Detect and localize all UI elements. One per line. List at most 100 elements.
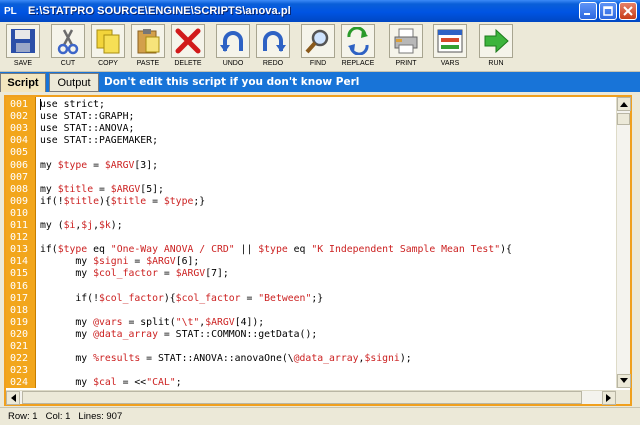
maximize-button[interactable] [599, 2, 617, 20]
code-token: $k [99, 220, 111, 231]
run-button[interactable]: RUN [476, 24, 516, 70]
line-number: 014 [10, 256, 29, 268]
line-number: 009 [10, 195, 29, 207]
code-token: eq [287, 244, 312, 256]
scroll-left-button[interactable] [6, 391, 20, 405]
code-token: use STAT::GRAPH; [40, 111, 135, 123]
scroll-right-button[interactable] [602, 391, 616, 405]
line-number: 020 [10, 328, 29, 340]
code-line: my @data_array = STAT::COMMON::getData()… [40, 329, 317, 341]
arrow-down-icon [620, 378, 628, 383]
code-token: my [40, 377, 94, 388]
print-button[interactable]: PRINT [386, 24, 426, 70]
code-token: eq [87, 244, 111, 256]
window-title: E:\STATPRO SOURCE\ENGINE\SCRIPTS\anova.p… [28, 5, 291, 17]
vars-button[interactable]: VARS [430, 24, 470, 70]
scissors-icon [57, 29, 79, 55]
line-number: 002 [10, 111, 29, 123]
code-area[interactable]: use strict; use STAT::GRAPH; use STAT::ANO… [40, 97, 616, 388]
redo-button[interactable]: REDO [253, 24, 293, 70]
code-token: $col_factor [175, 292, 241, 304]
line-number: 011 [10, 220, 29, 231]
code-token: use STAT::PAGEMAKER; [40, 135, 158, 147]
script-editor[interactable]: 001 002 003 004 005 006 007 008 009 010 011 012 013 0… [4, 95, 632, 406]
code-token: = [128, 256, 147, 268]
code-token: || [234, 244, 259, 256]
delete-x-icon [175, 28, 201, 54]
line-number: 003 [10, 123, 29, 135]
paste-button[interactable]: PASTE [128, 24, 168, 70]
code-token: my [40, 183, 58, 195]
code-token: ); [399, 353, 412, 365]
code-line: if($type eq "One-Way ANOVA / CRD" || $ty… [40, 244, 512, 256]
code-line: if(!$title){$title = $type;} [40, 196, 205, 208]
line-number: 017 [10, 292, 29, 304]
perl-app-icon: PL [4, 5, 17, 17]
save-button[interactable]: SAVE [3, 24, 43, 70]
code-token: @data_array [93, 328, 158, 340]
vertical-scrollbar[interactable] [616, 97, 631, 388]
code-token: $signi [364, 353, 400, 365]
replace-button[interactable]: REPLACE [338, 24, 378, 70]
code-token: ;} [311, 292, 324, 304]
status-col: Col: 1 [45, 411, 71, 422]
line-number: 023 [10, 365, 29, 377]
code-token: ; [175, 377, 182, 388]
undo-icon [220, 31, 243, 52]
line-number: 013 [10, 244, 29, 256]
code-token: "Between" [258, 292, 312, 304]
code-line: my %results = STAT::ANOVA::anovaOne(\@da… [40, 353, 412, 365]
code-token: $ARGV [104, 159, 135, 171]
code-token: use strict; [40, 99, 105, 110]
scrollbar-corner [616, 390, 630, 404]
undo-button[interactable]: UNDO [213, 24, 253, 70]
title-bar: PL E:\STATPRO SOURCE\ENGINE\SCRIPTS\anov… [0, 0, 640, 22]
text-caret [40, 99, 41, 110]
tab-script[interactable]: Script [0, 73, 46, 92]
line-number: 001 [10, 99, 29, 110]
minimize-button[interactable] [579, 2, 597, 20]
code-token: $ARGV [175, 268, 206, 280]
close-icon [623, 6, 633, 16]
replace-arrows-icon [347, 27, 369, 55]
arrow-up-icon [620, 102, 628, 107]
tab-bar: Script Output Don't edit this script if … [0, 72, 640, 92]
horizontal-scroll-thumb[interactable] [22, 391, 582, 404]
delete-button[interactable]: DELETE [168, 24, 208, 70]
scroll-down-button[interactable] [617, 374, 631, 388]
scroll-up-button[interactable] [617, 97, 631, 111]
line-number: 004 [10, 135, 29, 147]
code-token: [6]; [175, 256, 200, 268]
tab-output[interactable]: Output [49, 73, 99, 92]
code-token: "One-Way ANOVA / CRD" [110, 244, 235, 256]
copy-button[interactable]: COPY [88, 24, 128, 70]
line-number: 012 [10, 232, 29, 244]
printer-icon [394, 28, 418, 54]
code-token: [5]; [140, 183, 164, 195]
cut-button[interactable]: CUT [48, 24, 88, 70]
code-token: = STAT::ANOVA::anovaOne(\ [140, 353, 294, 365]
horizontal-scrollbar[interactable] [6, 390, 616, 405]
code-token: $title [110, 195, 147, 207]
find-button[interactable]: FIND [298, 24, 338, 70]
close-button[interactable] [619, 2, 637, 20]
code-line: use strict; [40, 99, 105, 111]
code-token: $col_factor [98, 292, 164, 304]
code-line: my $col_factor = $ARGV[7]; [40, 268, 228, 280]
line-number-gutter: 001 002 003 004 005 006 007 008 009 010 011 012 013 0… [6, 97, 36, 388]
run-arrow-icon [484, 28, 509, 54]
code-line: use STAT::GRAPH; [40, 111, 134, 123]
code-line: if(!$col_factor){$col_factor = "Between"… [40, 293, 323, 305]
line-number: 007 [10, 171, 29, 183]
line-number: 024 [10, 377, 29, 389]
copy-icon [96, 29, 120, 54]
code-token: $type [258, 244, 288, 256]
code-token: my [40, 353, 94, 365]
code-token: = [157, 268, 176, 280]
code-token: = [87, 159, 105, 171]
code-token: @vars [93, 316, 123, 328]
code-token: my [40, 316, 94, 328]
code-token: [3]; [134, 159, 158, 171]
vertical-scroll-thumb[interactable] [617, 113, 630, 125]
code-token: ){ [500, 244, 512, 256]
